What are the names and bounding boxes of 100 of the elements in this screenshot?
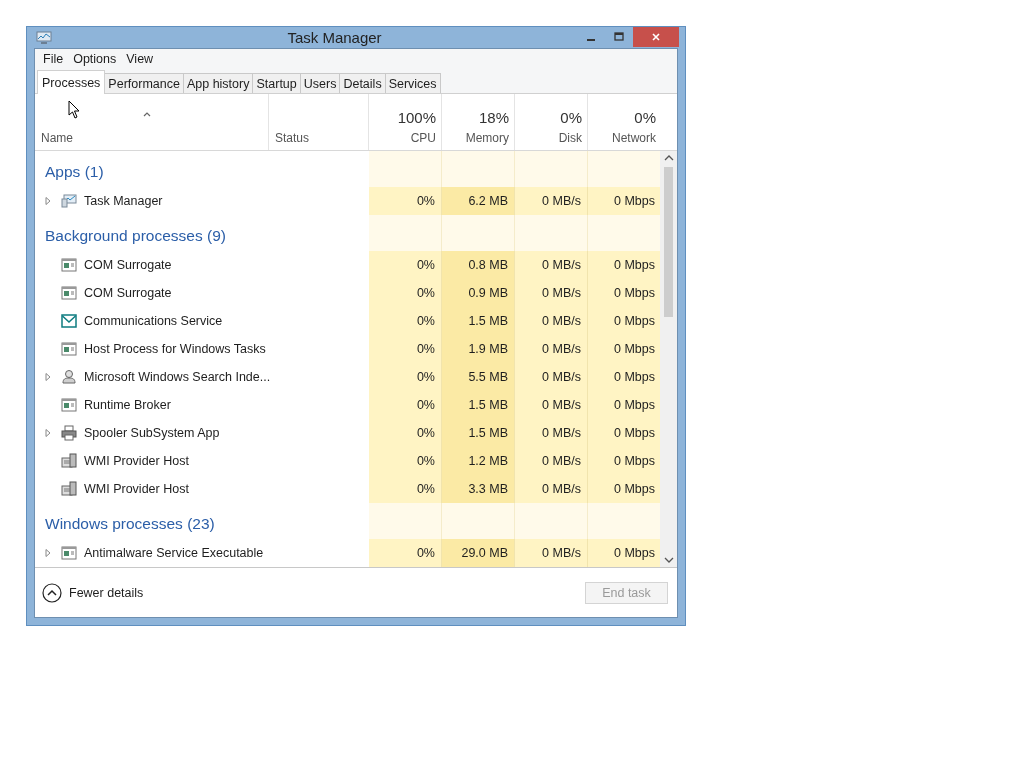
table-cell: 0% [369, 475, 442, 503]
tab[interactable]: Details [339, 73, 386, 93]
column-header[interactable]: CPU [410, 131, 436, 145]
window-icon [61, 285, 77, 301]
window-icon [61, 397, 77, 413]
table-cell: 0.8 MB [442, 251, 515, 279]
column-header[interactable]: Network [612, 131, 656, 145]
server-icon [61, 481, 77, 497]
group-heading: Background processes (9) [44, 226, 226, 245]
table-cell: 29.0 MB [442, 539, 515, 567]
table-cell: 0% [369, 307, 442, 335]
table-cell: 1.5 MB [442, 391, 515, 419]
table-cell: 0 MB/s [515, 447, 588, 475]
table-cell: 0% [369, 539, 442, 567]
column-shade [588, 503, 660, 539]
table-cell: 1.2 MB [442, 447, 515, 475]
tab[interactable]: Processes [37, 70, 106, 94]
table-cell: 0 Mbps [588, 539, 660, 567]
menu-item[interactable]: Options [68, 52, 122, 66]
expand-arrow-icon[interactable] [45, 429, 51, 437]
process-name: Spooler SubSystem App [84, 426, 220, 440]
table-cell: 0 Mbps [588, 279, 660, 307]
table-cell: 0 MB/s [515, 279, 588, 307]
table-cell: 0 MB/s [515, 251, 588, 279]
table-cell: 0 Mbps [588, 335, 660, 363]
process-name: Task Manager [84, 194, 163, 208]
column-usage: 0% [634, 109, 656, 126]
scroll-up-icon[interactable] [663, 155, 674, 161]
process-name: Host Process for Windows Tasks [84, 342, 266, 356]
table-cell: 0 MB/s [515, 475, 588, 503]
printer-icon [61, 425, 77, 441]
column-shade [588, 215, 660, 251]
scroll-down-icon[interactable] [663, 557, 674, 563]
process-name: WMI Provider Host [84, 482, 189, 496]
table-cell: 0% [369, 335, 442, 363]
table-cell: 0 MB/s [515, 187, 588, 215]
maximize-icon [614, 32, 624, 42]
table-cell: 0 MB/s [515, 391, 588, 419]
envelope-icon [61, 313, 77, 329]
group-heading: Windows processes (23) [44, 514, 215, 533]
table-cell: 1.9 MB [442, 335, 515, 363]
tab[interactable]: Services [384, 73, 441, 93]
table-cell: 0% [369, 391, 442, 419]
minimize-icon [587, 39, 595, 41]
process-name: Antimalware Service Executable [84, 546, 264, 560]
table-cell: 0 Mbps [588, 475, 660, 503]
column-header[interactable]: Memory [465, 131, 509, 145]
table-cell: 6.2 MB [442, 187, 515, 215]
column-shade [588, 151, 660, 187]
table-cell: 1.5 MB [442, 307, 515, 335]
table-cell: 0% [369, 251, 442, 279]
table-cell: 1.5 MB [442, 419, 515, 447]
table-cell: 5.5 MB [442, 363, 515, 391]
column-header[interactable]: Status [275, 131, 363, 145]
column-usage: 0% [560, 109, 582, 126]
table-cell: 0% [369, 363, 442, 391]
window-icon [61, 257, 77, 273]
process-name: Communications Service [84, 314, 223, 328]
tab[interactable]: Users [299, 73, 341, 93]
scrollbar-thumb[interactable] [664, 167, 673, 317]
column-usage: 18% [478, 109, 509, 126]
process-name: Runtime Broker [84, 398, 171, 412]
person-icon [61, 369, 77, 385]
group-heading: Apps (1) [44, 162, 104, 181]
process-name: COM Surrogate [84, 258, 172, 272]
process-name: Microsoft Windows Search Inde... [84, 370, 271, 384]
expand-arrow-icon[interactable] [45, 197, 51, 205]
tab[interactable]: App history [182, 73, 254, 93]
expand-arrow-icon[interactable] [45, 549, 51, 557]
tab[interactable]: Startup [252, 73, 301, 93]
column-header[interactable]: Disk [558, 131, 582, 145]
table-cell: 0 MB/s [515, 539, 588, 567]
close-icon [651, 32, 661, 42]
table-cell: 0% [369, 279, 442, 307]
table-cell: 0 Mbps [588, 391, 660, 419]
table-cell: 0 MB/s [515, 307, 588, 335]
fewer-details-link[interactable]: Fewer details [42, 582, 144, 603]
table-cell: 0 MB/s [515, 335, 588, 363]
window-icon [61, 545, 77, 561]
menu-item[interactable]: View [121, 52, 159, 66]
table-cell: 0.9 MB [442, 279, 515, 307]
table-cell: 3.3 MB [442, 475, 515, 503]
table-cell: 0 MB/s [515, 363, 588, 391]
expand-arrow-icon[interactable] [45, 373, 51, 381]
column-usage: 100% [397, 109, 436, 126]
table-cell: 0 Mbps [588, 447, 660, 475]
process-name: WMI Provider Host [84, 454, 189, 468]
table-cell: 0% [369, 187, 442, 215]
column-header[interactable]: Name [41, 131, 263, 145]
table-cell: 0 Mbps [588, 363, 660, 391]
menu-item[interactable]: File [38, 52, 69, 66]
table-cell: 0 Mbps [588, 251, 660, 279]
table-cell: 0% [369, 447, 442, 475]
collapse-icon [42, 582, 62, 603]
tab[interactable]: Performance [104, 73, 184, 93]
close-button[interactable] [633, 27, 679, 47]
scrollbar[interactable] [660, 151, 677, 567]
monitor-icon [61, 193, 77, 209]
server-icon [61, 453, 77, 469]
table-cell: 0 MB/s [515, 419, 588, 447]
